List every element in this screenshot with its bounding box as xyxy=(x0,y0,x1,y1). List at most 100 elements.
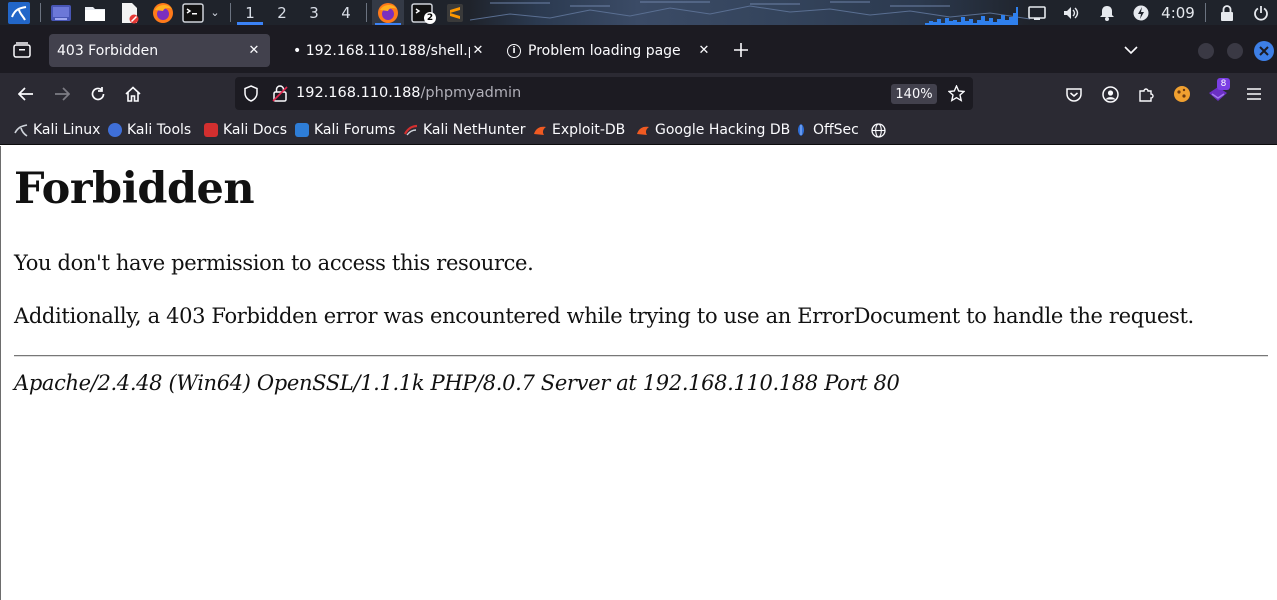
close-tab-icon[interactable]: ✕ xyxy=(470,42,486,58)
bookmark-kali-linux[interactable]: Kali Linux xyxy=(14,121,100,139)
info-icon: i xyxy=(507,43,521,58)
firefox-view-icon xyxy=(13,42,31,58)
navigation-toolbar: 192.168.110.188/phpmyadmin 140% 8 xyxy=(0,73,1277,115)
bookmark-star-icon[interactable] xyxy=(947,84,966,106)
close-tab-icon[interactable]: ✕ xyxy=(246,42,262,58)
tab-shell-php[interactable]: • 192.168.110.188/shell.php ✕ xyxy=(285,34,490,67)
forward-button[interactable] xyxy=(48,80,76,108)
close-window-button[interactable] xyxy=(1254,41,1274,61)
kali-menu-icon[interactable] xyxy=(4,0,34,25)
zoom-level-button[interactable]: 140% xyxy=(891,84,937,104)
bookmark-label: Kali Forums xyxy=(314,122,396,138)
list-all-tabs-button[interactable] xyxy=(1117,36,1145,64)
exploit-db-icon xyxy=(533,123,547,137)
home-icon xyxy=(125,86,141,102)
url-path: /phpmyadmin xyxy=(420,85,522,101)
account-button[interactable] xyxy=(1096,80,1124,108)
tracking-protection-shield-icon[interactable] xyxy=(243,85,259,106)
home-button[interactable] xyxy=(119,80,147,108)
reload-icon xyxy=(91,87,105,101)
puzzle-icon xyxy=(1138,87,1154,102)
firefox-task-icon[interactable] xyxy=(372,0,404,25)
bookmark-exploit-db[interactable]: Exploit-DB xyxy=(533,121,625,139)
pocket-button[interactable] xyxy=(1060,80,1088,108)
workspace-2[interactable]: 2 xyxy=(267,0,297,25)
tab-403-forbidden[interactable]: 403 Forbidden ✕ xyxy=(49,34,270,67)
chevron-down-icon xyxy=(1124,46,1138,55)
chevron-down-icon[interactable]: ⌄ xyxy=(207,0,223,25)
globe-icon xyxy=(871,122,886,138)
bookmark-kali-nethunter[interactable]: Kali NetHunter xyxy=(404,121,525,139)
cookie-extension-button[interactable] xyxy=(1168,80,1196,108)
pocket-icon xyxy=(1066,87,1082,102)
bookmark-label: Exploit-DB xyxy=(552,122,626,138)
reload-button[interactable] xyxy=(84,80,112,108)
hamburger-menu-icon xyxy=(1247,88,1261,100)
address-bar[interactable]: 192.168.110.188/phpmyadmin 140% xyxy=(235,77,973,110)
display-icon[interactable] xyxy=(1026,0,1048,25)
url-host: 192.168.110.188 xyxy=(296,85,421,101)
ghdb-icon xyxy=(636,123,650,137)
bookmark-label: Kali Linux xyxy=(33,122,101,138)
clock[interactable]: 4:09 xyxy=(1160,0,1196,25)
firefox-view-button[interactable] xyxy=(8,36,36,64)
bookmark-google-hacking-db[interactable]: Google Hacking DB xyxy=(636,121,790,139)
bookmark-label: Kali NetHunter xyxy=(423,122,526,138)
plus-icon xyxy=(734,43,748,57)
permission-message: You don't have permission to access this… xyxy=(14,251,534,275)
workspace-3[interactable]: 3 xyxy=(299,0,329,25)
network-activity-graph xyxy=(925,3,1020,25)
tab-strip: 403 Forbidden ✕ • 192.168.110.188/shell.… xyxy=(0,25,1277,73)
kali-tools-icon xyxy=(108,123,122,137)
bookmark-offsec[interactable]: OffSec xyxy=(794,121,859,139)
close-icon xyxy=(1259,46,1269,56)
notifications-bell-icon[interactable] xyxy=(1096,0,1118,25)
firefox-launcher-icon[interactable] xyxy=(150,0,176,25)
power-off-icon[interactable] xyxy=(1250,0,1272,25)
extension-count-badge: 8 xyxy=(1217,78,1230,90)
bookmark-globe[interactable] xyxy=(871,121,886,139)
bookmark-label: Google Hacking DB xyxy=(655,122,791,138)
tab-label: 403 Forbidden xyxy=(57,42,159,59)
wappalyzer-extension-button[interactable]: 8 xyxy=(1204,78,1232,108)
workspace-1[interactable]: 1 xyxy=(235,0,265,25)
back-button[interactable] xyxy=(12,80,40,108)
server-signature: Apache/2.4.48 (Win64) OpenSSL/1.1.1k PHP… xyxy=(14,371,900,395)
maximize-window-button[interactable] xyxy=(1227,43,1243,59)
kali-docs-icon xyxy=(204,123,218,137)
lock-screen-icon[interactable] xyxy=(1216,0,1238,25)
insecure-lock-icon[interactable] xyxy=(272,85,288,106)
power-manager-icon[interactable] xyxy=(1130,0,1152,25)
back-arrow-icon xyxy=(18,87,33,101)
file-manager-icon[interactable] xyxy=(82,0,108,25)
nethunter-icon xyxy=(404,123,418,137)
bookmark-label: Kali Docs xyxy=(223,122,288,138)
error-document-message: Additionally, a 403 Forbidden error was … xyxy=(14,304,1194,328)
terminal-task-icon[interactable]: 2 xyxy=(406,0,438,25)
bookmark-label: OffSec xyxy=(813,122,859,138)
volume-icon[interactable] xyxy=(1060,0,1082,25)
show-desktop-icon[interactable] xyxy=(48,0,74,25)
offsec-icon xyxy=(794,123,808,137)
terminal-launcher-icon[interactable] xyxy=(180,0,206,25)
application-menu-button[interactable] xyxy=(1240,80,1268,108)
page-title: Forbidden xyxy=(14,164,255,214)
cookie-icon xyxy=(1174,86,1190,102)
workspace-4[interactable]: 4 xyxy=(331,0,361,25)
terminal-count-badge: 2 xyxy=(424,12,436,24)
bookmark-kali-docs[interactable]: Kali Docs xyxy=(204,121,287,139)
new-tab-button[interactable] xyxy=(727,36,755,64)
bookmark-kali-forums[interactable]: Kali Forums xyxy=(295,121,395,139)
bookmark-kali-tools[interactable]: Kali Tools xyxy=(108,121,191,139)
extensions-button[interactable] xyxy=(1132,80,1160,108)
close-tab-icon[interactable]: ✕ xyxy=(696,42,712,58)
minimize-window-button[interactable] xyxy=(1198,43,1214,59)
url-text[interactable]: 192.168.110.188/phpmyadmin xyxy=(296,85,521,101)
tab-problem-loading[interactable]: i Problem loading page ✕ xyxy=(499,34,720,67)
kali-forums-icon xyxy=(295,123,309,137)
tab-label: Problem loading page xyxy=(528,42,681,59)
bookmarks-toolbar: Kali Linux Kali Tools Kali Docs Kali For… xyxy=(0,115,1277,145)
kali-dragon-icon xyxy=(14,123,28,137)
sublime-task-icon[interactable] xyxy=(442,0,468,25)
text-editor-icon[interactable] xyxy=(116,0,142,25)
